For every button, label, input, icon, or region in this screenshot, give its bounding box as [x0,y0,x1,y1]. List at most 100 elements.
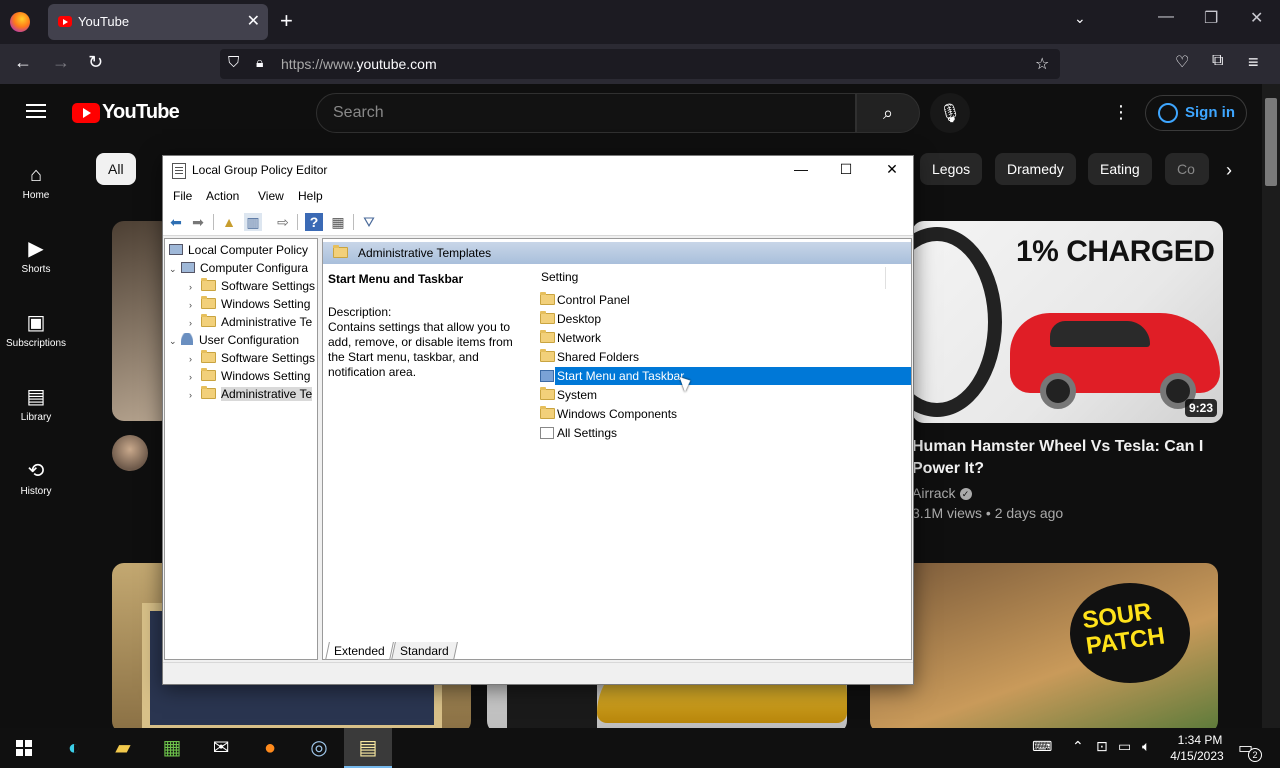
forward-arrow-icon[interactable]: ➡ [189,213,207,231]
expand-chevron-icon[interactable]: › [189,354,201,364]
firefox-taskbar-icon[interactable]: ● [246,728,294,768]
properties-icon[interactable]: ▦ [329,213,347,231]
back-arrow-icon[interactable]: ⬅ [167,213,185,231]
new-tab-button[interactable]: + [280,9,293,33]
chip-partial[interactable]: Co [1165,153,1209,185]
youtube-logo-icon[interactable] [72,103,100,123]
export-list-icon[interactable]: ⇨ [274,213,292,231]
channel-name[interactable]: Airrack ✓ [912,485,972,501]
show-hidden-icons-chevron-icon[interactable]: ⌃ [1072,738,1084,755]
voice-search-button[interactable]: 🎙︎ [930,93,970,133]
setting-row-network[interactable]: Network [537,329,911,348]
url-bar[interactable]: ⛉ 🔒︎ https://www.youtube.com ☆ [220,49,1060,79]
network-icon[interactable]: ▭ [1118,738,1131,755]
column-divider[interactable] [885,267,886,289]
tree-item-software-settings[interactable]: › Software Settings [189,278,315,297]
expand-chevron-icon[interactable]: › [189,282,201,292]
policy-tree-pane[interactable]: Local Computer Policy ⌄ Computer Configur… [164,238,318,660]
show-hide-tree-icon[interactable]: ▥ [244,213,262,231]
tree-item-windows-settings[interactable]: › Windows Setting [189,296,310,315]
minimize-icon[interactable]: — [1158,8,1174,26]
sidebar-item-shorts[interactable]: ▶ Shorts [0,236,72,296]
setting-row-control-panel[interactable]: Control Panel [537,291,911,310]
gpedit-taskbar-icon[interactable]: ▤ [344,728,392,768]
chip-legos[interactable]: Legos [920,153,983,185]
expand-chevron-icon[interactable]: › [189,318,201,328]
sidebar-item-subscriptions[interactable]: ▣ Subscriptions [0,310,72,370]
sidebar-item-home[interactable]: ⌂ Home [0,162,72,222]
clock-date[interactable]: 4/15/2023 [1166,749,1228,763]
menu-file[interactable]: File [173,189,192,203]
expand-chevron-icon[interactable]: › [189,390,201,400]
start-button[interactable] [0,728,48,768]
more-options-icon[interactable]: ⋮ [1112,102,1130,122]
sidebar-item-history[interactable]: ⟲ History [0,458,72,518]
setting-row-start-menu-taskbar[interactable]: Start Menu and Taskbar [537,367,911,386]
touch-keyboard-icon[interactable]: ⌨ [1032,738,1052,755]
channel-avatar[interactable] [112,435,148,471]
volume-muted-icon[interactable]: 🔈︎ [1142,738,1150,755]
filter-icon[interactable]: ⛛ [360,213,378,231]
edge-taskbar-icon[interactable]: ◐ [50,728,98,768]
maximize-icon[interactable]: ☐ [826,161,866,178]
tree-item-user-configuration[interactable]: ⌄ User Configuration [169,333,299,351]
expand-chevron-icon[interactable]: › [189,372,201,382]
chips-next-arrow-icon[interactable]: › [1226,160,1232,181]
expand-chevron-icon[interactable]: › [189,300,201,310]
tracking-shield-icon[interactable]: ⛉ [228,54,239,71]
menu-view[interactable]: View [258,189,284,203]
bookmark-star-icon[interactable]: ☆ [1035,54,1049,74]
firefox-logo-icon[interactable] [10,12,30,32]
restore-icon[interactable]: ❐ [1204,8,1218,28]
youtube-logo-text[interactable]: YouTube [102,101,180,124]
tree-item-administrative-templates[interactable]: › Administrative Te [189,314,312,333]
tree-item-local-computer-policy[interactable]: Local Computer Policy [169,243,308,261]
up-folder-icon[interactable]: ▲ [220,213,238,231]
back-arrow-icon[interactable]: ← [14,52,32,73]
browser-tab-youtube[interactable]: YouTube ✕ [48,4,268,40]
reload-icon[interactable]: ↻ [88,52,103,73]
hamburger-menu-icon[interactable] [26,104,46,118]
minimize-icon[interactable]: — [781,161,821,177]
collapse-chevron-icon[interactable]: ⌄ [169,336,181,347]
search-button[interactable]: ⌕ [856,93,920,133]
chip-dramedy[interactable]: Dramedy [995,153,1076,185]
app-menu-icon[interactable]: ≡ [1248,52,1259,73]
help-icon[interactable]: ? [305,213,323,231]
collapse-chevron-icon[interactable]: ⌄ [169,264,181,275]
forward-arrow-icon[interactable]: → [52,52,70,73]
tree-item-windows-settings[interactable]: › Windows Setting [189,368,310,387]
chip-eating[interactable]: Eating [1088,153,1152,185]
device-icon[interactable]: ⊡ [1096,738,1108,755]
close-window-icon[interactable]: ✕ [1250,8,1263,28]
video-title[interactable]: Human Hamster Wheel Vs Tesla: Can I Powe… [912,436,1212,480]
sidebar-item-library[interactable]: ▤ Library [0,384,72,444]
sign-in-button[interactable]: Sign in [1145,95,1247,131]
chip-all[interactable]: All [96,153,136,185]
setting-row-desktop[interactable]: Desktop [537,310,911,329]
tree-item-computer-configuration[interactable]: ⌄ Computer Configura [169,261,308,279]
tab-standard[interactable]: Standard [391,642,458,660]
tree-item-software-settings[interactable]: › Software Settings [189,350,315,369]
tab-close-icon[interactable]: ✕ [247,11,260,31]
setting-row-all-settings[interactable]: All Settings [537,424,911,443]
column-header-setting[interactable]: Setting [541,270,578,284]
menu-help[interactable]: Help [298,189,323,203]
lock-icon[interactable]: 🔒︎ [256,54,263,71]
list-tabs-chevron-icon[interactable]: ⌄ [1074,10,1086,27]
extensions-icon[interactable]: ⧉ [1212,52,1223,70]
window-title-bar[interactable]: Local Group Policy Editor — ☐ ✕ [163,156,913,186]
file-explorer-taskbar-icon[interactable]: ▰ [99,728,147,768]
tab-extended[interactable]: Extended [325,642,394,660]
page-scrollbar[interactable] [1262,84,1280,728]
close-icon[interactable]: ✕ [872,161,912,178]
scrollbar-thumb[interactable] [1265,98,1277,186]
steam-taskbar-icon[interactable]: ◎ [295,728,343,768]
video-thumbnail-sour-patch[interactable]: SOUR PATCH [870,563,1218,728]
video-thumbnail-hamster-wheel[interactable]: 1% CHARGED 9:23 [912,221,1223,423]
pocket-icon[interactable]: ♡ [1175,52,1189,72]
setting-row-shared-folders[interactable]: Shared Folders [537,348,911,367]
tree-item-administrative-templates-selected[interactable]: › Administrative Te [189,386,313,405]
setting-row-windows-components[interactable]: Windows Components [537,405,911,424]
search-input[interactable]: Search [316,93,856,133]
